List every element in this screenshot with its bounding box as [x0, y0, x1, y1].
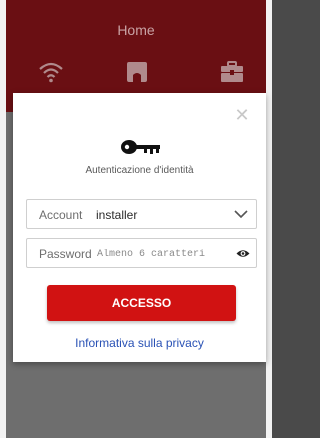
login-button[interactable]: ACCESSO — [47, 285, 236, 321]
close-icon[interactable]: ✕ — [234, 106, 250, 124]
page-title: Home — [117, 22, 155, 38]
privacy-link[interactable]: Informativa sulla privacy — [13, 336, 266, 350]
eye-icon[interactable] — [236, 248, 250, 259]
home-icon[interactable] — [124, 60, 150, 84]
dialog-title: Autenticazione d'identità — [85, 165, 194, 176]
key-icon — [121, 140, 160, 154]
password-field[interactable]: Password — [26, 238, 257, 268]
account-value: installer — [96, 208, 138, 222]
password-input[interactable] — [97, 245, 227, 263]
password-label: Password — [39, 247, 92, 261]
authentication-dialog: ✕ Autenticazione d'identità Account inst… — [13, 93, 266, 362]
chevron-down-icon[interactable] — [234, 209, 248, 219]
account-label: Account — [39, 208, 83, 222]
wifi-icon[interactable] — [38, 60, 64, 84]
account-select[interactable]: Account installer — [26, 199, 257, 229]
tools-icon[interactable] — [219, 60, 245, 84]
